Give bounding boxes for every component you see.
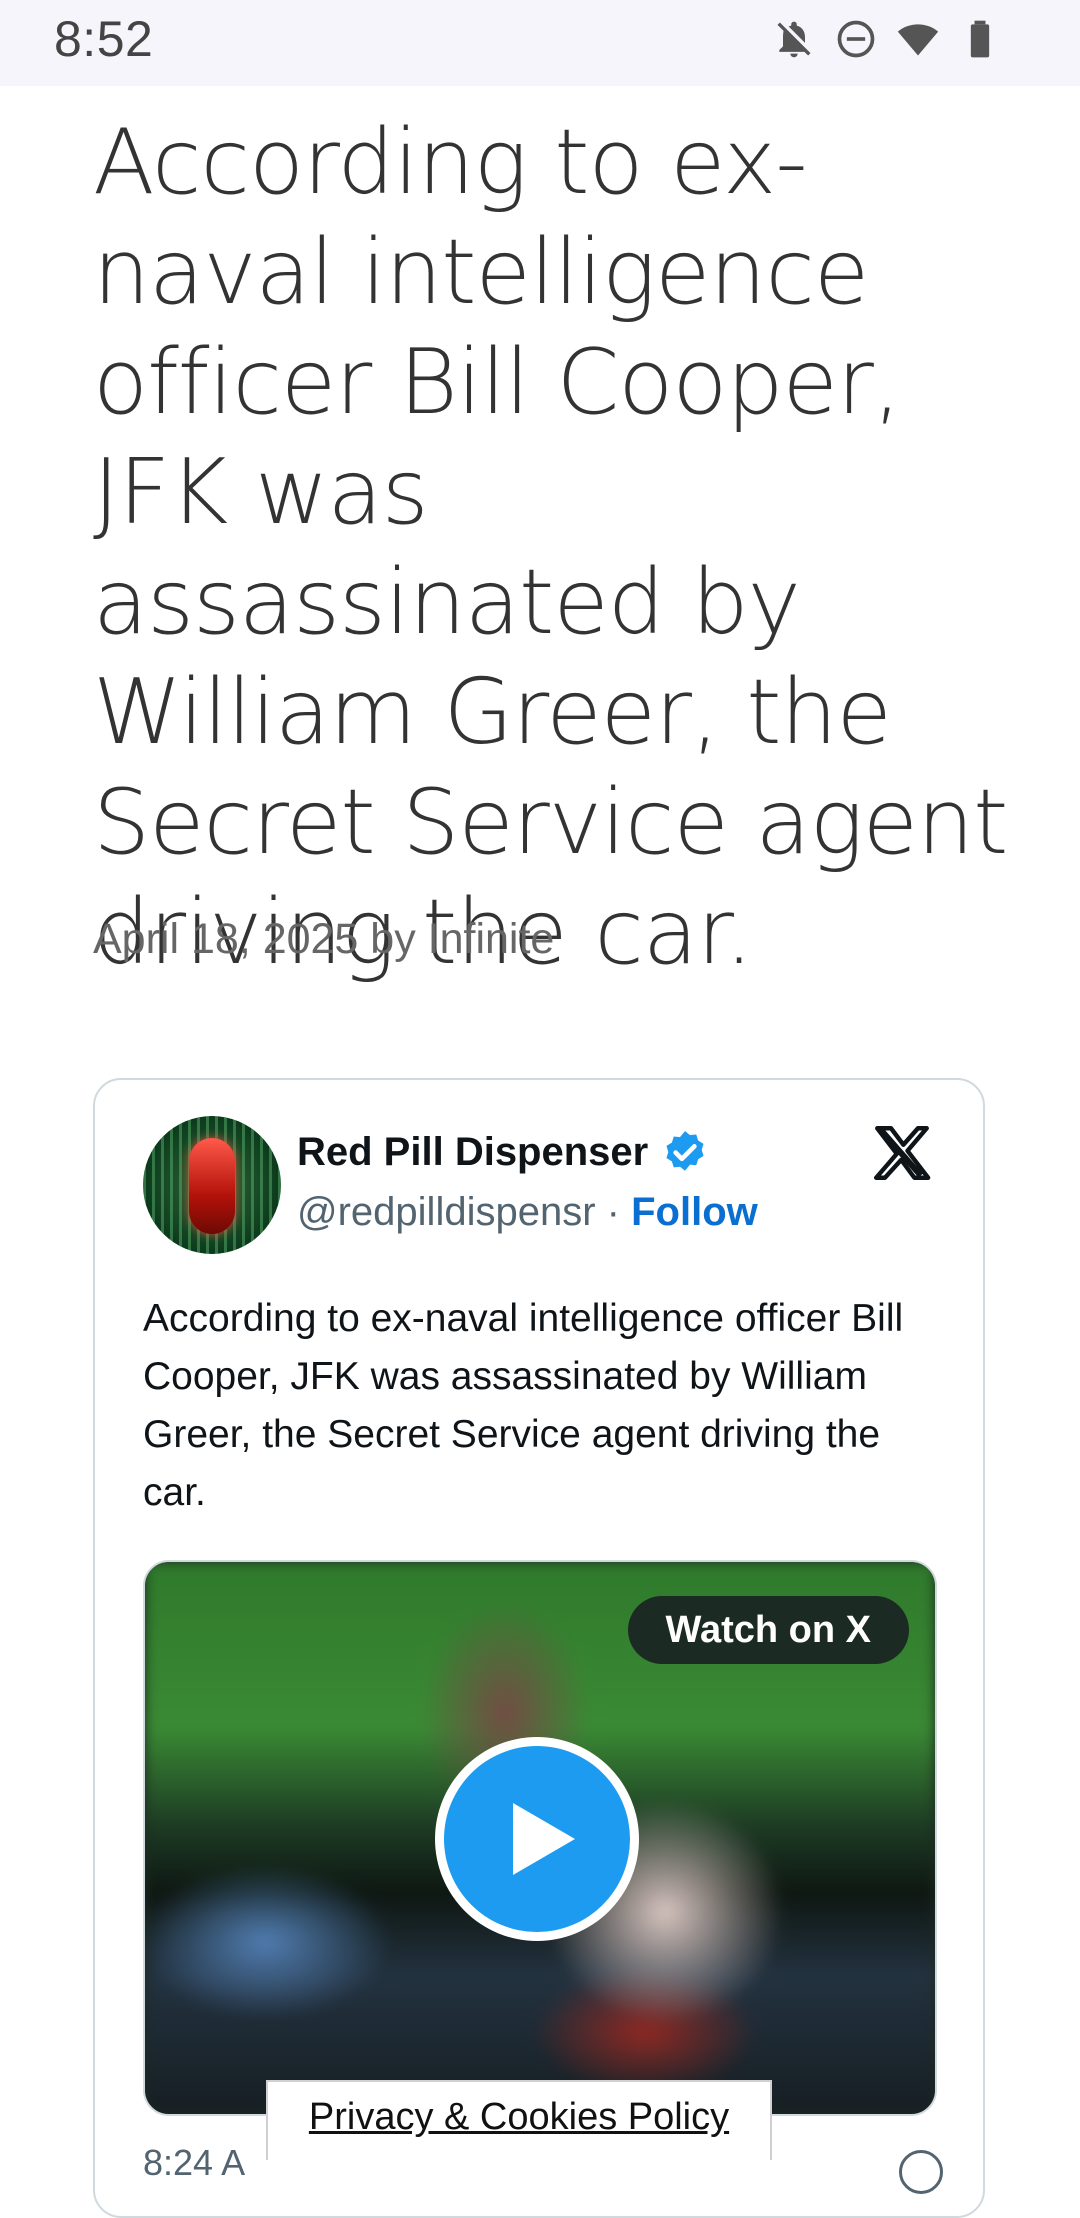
- article-title: According to ex-naval intelligence offic…: [93, 110, 1008, 985]
- avatar[interactable]: [143, 1116, 281, 1254]
- privacy-cookies-link[interactable]: Privacy & Cookies Policy: [266, 2080, 772, 2160]
- red-pill-icon: [189, 1138, 235, 1234]
- handle-separator: ·: [606, 1190, 620, 1234]
- privacy-cookies-label: Privacy & Cookies Policy: [308, 2096, 730, 2138]
- verified-badge-icon: [666, 1131, 704, 1171]
- author-handle[interactable]: @redpilldispensr: [297, 1190, 596, 1234]
- play-button[interactable]: [435, 1737, 639, 1941]
- play-icon: [513, 1803, 575, 1875]
- wifi-icon: [897, 24, 939, 56]
- status-icons: [772, 14, 1002, 64]
- watch-on-x-button[interactable]: Watch on X: [627, 1596, 909, 1664]
- x-logo-icon[interactable]: [869, 1120, 935, 1186]
- do-not-disturb-icon: [837, 20, 875, 58]
- tweet-text: According to ex-naval intelligence offic…: [143, 1297, 904, 1514]
- tweet-timestamp[interactable]: 8:24 A: [143, 2142, 245, 2184]
- author-name[interactable]: Red Pill Dispenser: [297, 1130, 648, 1175]
- status-time: 8:52: [54, 11, 154, 67]
- notifications-off-icon: [777, 21, 811, 58]
- video-player[interactable]: Watch on X: [143, 1560, 937, 2116]
- handle-row: @redpilldispensr · Follow: [297, 1190, 758, 1235]
- article-byline: April 18, 2025 by Infinite: [93, 915, 555, 963]
- follow-button[interactable]: Follow: [631, 1190, 758, 1234]
- battery-icon: [970, 20, 990, 58]
- info-icon[interactable]: [899, 2150, 943, 2194]
- embedded-tweet-card[interactable]: Red Pill Dispenser @redpilldispensr · Fo…: [93, 1078, 985, 2218]
- status-bar: 8:52: [0, 0, 1080, 86]
